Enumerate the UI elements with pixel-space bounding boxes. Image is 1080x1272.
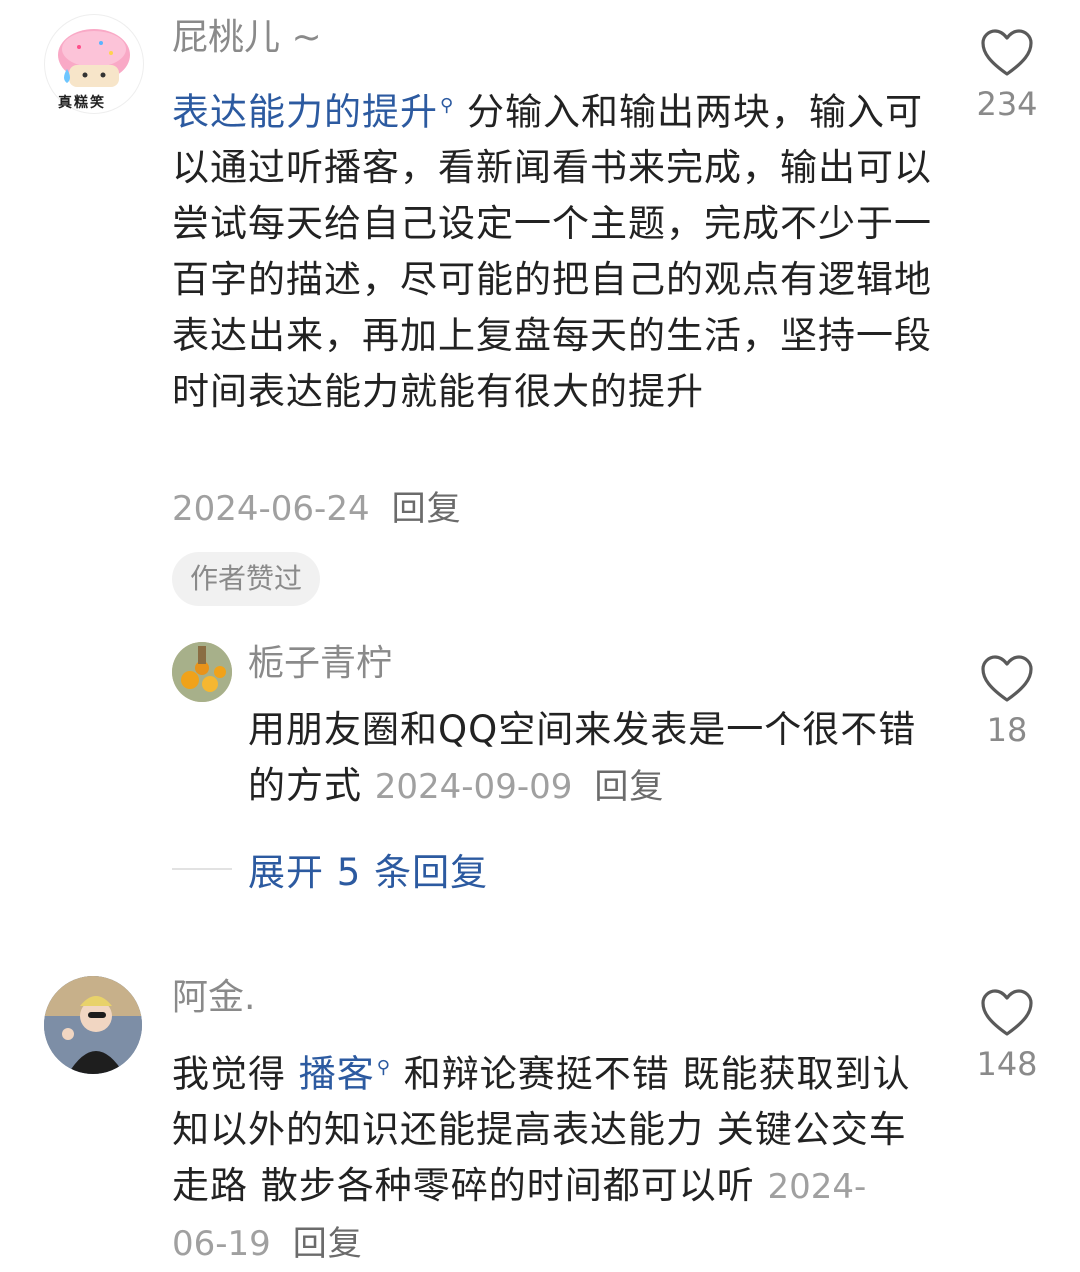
- reply-body: 用朋友圈和QQ空间来发表是一个很不错的方式 2024-09-09 回复: [248, 702, 928, 815]
- avatar-label: 真糕笑: [58, 95, 106, 111]
- search-link-icon: ⚲: [440, 95, 455, 116]
- heart-outline-icon: [981, 655, 1033, 702]
- like-button[interactable]: 18: [962, 654, 1052, 750]
- reply-button[interactable]: 回复: [293, 1224, 363, 1264]
- expand-replies-button[interactable]: 展开 5 条回复: [172, 844, 488, 894]
- like-button[interactable]: 148: [962, 988, 1052, 1084]
- heart-outline-icon: [981, 989, 1033, 1036]
- reply-button[interactable]: 回复: [594, 767, 664, 807]
- comment-meta: 2024-06-24 回复: [172, 480, 772, 537]
- flowers-avatar-icon: [172, 642, 232, 702]
- like-count: 148: [976, 1045, 1038, 1083]
- comment-text: 分输入和输出两块，输入可以通过听播客，看新闻看书来完成，输出可以尝试每天给自己设…: [172, 90, 932, 414]
- avatar[interactable]: [44, 976, 142, 1074]
- like-button[interactable]: 234: [962, 28, 1052, 124]
- reply-text: 用朋友圈和QQ空间来发表是一个很不错的方式: [248, 708, 917, 807]
- comment-username[interactable]: 屁桃儿 ~: [172, 16, 322, 60]
- search-link[interactable]: 播客: [299, 1052, 375, 1095]
- expand-replies-label: 展开 5 条回复: [248, 851, 489, 894]
- comment-body: 我觉得 播客 ⚲ 和辩论赛挺不错 既能获取到认知以外的知识还能提高表达能力 关键公…: [172, 1040, 912, 1272]
- reply-username[interactable]: 栀子青柠: [248, 642, 392, 686]
- search-link[interactable]: 表达能力的提升: [172, 90, 438, 133]
- like-count: 234: [976, 85, 1038, 123]
- reply-date: 2024-09-09: [374, 767, 573, 807]
- heart-outline-icon: [981, 29, 1033, 76]
- comment-username[interactable]: 阿金.: [172, 976, 255, 1020]
- comment-date: 2024-06-24: [172, 489, 370, 529]
- comment-prefix: 我觉得: [172, 1052, 286, 1096]
- like-count: 18: [986, 711, 1028, 749]
- comment-body: 表达能力的提升 ⚲ 分输入和输出两块，输入可以通过听播客，看新闻看书来完成，输出可…: [172, 78, 932, 420]
- divider: [172, 868, 232, 870]
- author-liked-badge: 作者赞过: [172, 552, 321, 606]
- person-avatar-icon: [44, 976, 142, 1074]
- search-link-icon: ⚲: [376, 1057, 391, 1078]
- reply-button[interactable]: 回复: [392, 489, 462, 529]
- avatar[interactable]: [172, 642, 232, 702]
